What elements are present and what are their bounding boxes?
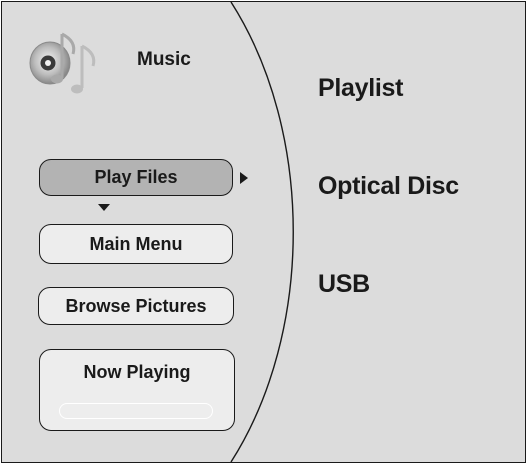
source-item-usb[interactable]: USB [318,270,370,299]
page-title: Music [137,49,191,70]
play-files-button[interactable]: Play Files [39,159,233,196]
playback-progress-bar [59,403,213,419]
source-item-optical-disc[interactable]: Optical Disc [318,172,459,201]
media-menu-screen: Music Play Files Main Menu Browse Pictur… [1,1,526,463]
now-playing-panel[interactable]: Now Playing [39,349,235,431]
arrow-down-icon [98,204,110,211]
browse-pictures-button[interactable]: Browse Pictures [38,287,234,325]
source-item-playlist[interactable]: Playlist [318,74,403,103]
music-notes-disc-icon [29,32,96,94]
main-menu-button[interactable]: Main Menu [39,224,233,264]
arrow-right-icon [240,172,248,184]
now-playing-label: Now Playing [83,362,191,382]
